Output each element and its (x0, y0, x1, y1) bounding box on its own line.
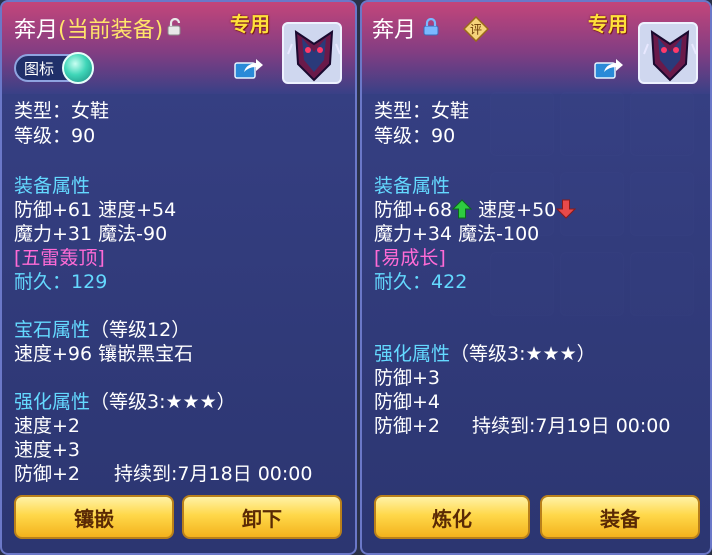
attr-line-1: 防御+61 速度+54 (14, 199, 177, 221)
item-type: 类型：女鞋 (14, 100, 110, 122)
enhance-section: 强化属性（等级3:★★★） (374, 342, 596, 366)
durability: 耐久：422 (374, 270, 467, 294)
icon-toggle[interactable]: 图标 (14, 52, 94, 84)
attr-line-2: 魔力+34 魔法-100 (374, 223, 540, 245)
share-icon[interactable] (594, 56, 624, 80)
rate-badge-icon[interactable]: 评 (463, 16, 489, 42)
enhance-line: 速度+2 (14, 415, 81, 437)
shoe-item-icon (287, 30, 340, 82)
lock-icon[interactable] (422, 18, 440, 36)
enhance-line: 速度+3 (14, 439, 81, 461)
enhance-level: （等级3:★★★） (90, 391, 236, 413)
enhance-level: （等级3:★★★） (450, 343, 596, 365)
exclusive-label: 专用 (230, 12, 270, 36)
section-equip-attributes: 装备属性 (14, 175, 91, 197)
equip-button[interactable]: 装备 (540, 495, 700, 539)
special-skill: [五雷轰顶] (14, 247, 105, 269)
enhance-expiry: 持续到:7月19日 00:00 (472, 415, 671, 437)
enhance-section: 强化属性（等级3:★★★） (14, 390, 236, 414)
refine-button[interactable]: 炼化 (374, 495, 530, 539)
enhance-expiry: 持续到:7月18日 00:00 (114, 463, 313, 485)
section-enhance-attributes: 强化属性 (374, 343, 451, 365)
equipped-item-tooltip: 奔月(当前装备) 专用 图标 类型：女鞋 等级：90 装备属性 防御+61 速度… (0, 0, 357, 555)
up-arrow-icon (452, 199, 473, 219)
rate-badge-text: 评 (470, 23, 482, 37)
attr-line-1: 防御+68 速度+50 (374, 198, 577, 222)
compare-item-tooltip: 奔月 评 专用 类型：女鞋 等级：90 装备属性 防御+68 速度+50 魔力+… (360, 0, 712, 555)
equipped-tag: (当前装备) (58, 18, 164, 43)
section-equip-attributes: 装备属性 (374, 175, 451, 197)
enhance-line: 防御+2 (374, 415, 441, 437)
item-type: 类型：女鞋 (374, 100, 470, 122)
item-icon (282, 22, 342, 84)
durability-value: 422 (431, 271, 468, 293)
item-icon (638, 22, 698, 84)
share-icon[interactable] (234, 56, 264, 80)
toggle-label: 图标 (24, 60, 55, 78)
durability-value: 129 (71, 271, 108, 293)
gem-section: 宝石属性（等级12） (14, 318, 190, 342)
enhance-line: 防御+2 (14, 463, 81, 485)
enhance-line: 防御+4 (374, 391, 441, 413)
section-gem-attributes: 宝石属性 (14, 319, 91, 341)
special-skill: [易成长] (374, 247, 446, 269)
enhance-line: 防御+3 (374, 367, 441, 389)
item-level: 等级：90 (14, 125, 96, 147)
toggle-knob[interactable] (62, 52, 94, 84)
durability: 耐久：129 (14, 270, 107, 294)
item-name: 奔月 (372, 18, 417, 43)
durability-label: 耐久： (374, 271, 432, 293)
section-enhance-attributes: 强化属性 (14, 391, 91, 413)
gem-line: 速度+96 镶嵌黑宝石 (14, 343, 194, 365)
exclusive-label: 专用 (588, 12, 628, 36)
unequip-button[interactable]: 卸下 (182, 495, 342, 539)
shoe-item-icon (643, 30, 696, 82)
inlay-button[interactable]: 镶嵌 (14, 495, 174, 539)
down-arrow-icon (556, 199, 577, 219)
durability-label: 耐久： (14, 271, 72, 293)
unlock-icon[interactable] (166, 18, 184, 36)
attr-defense: 防御+68 (374, 199, 453, 221)
item-name: 奔月(当前装备) (14, 12, 163, 44)
attr-speed: 速度+50 (478, 199, 557, 221)
gem-level: （等级12） (90, 319, 191, 341)
item-name-text: 奔月 (14, 18, 59, 43)
item-level: 等级：90 (374, 125, 456, 147)
attr-line-2: 魔力+31 魔法-90 (14, 223, 168, 245)
